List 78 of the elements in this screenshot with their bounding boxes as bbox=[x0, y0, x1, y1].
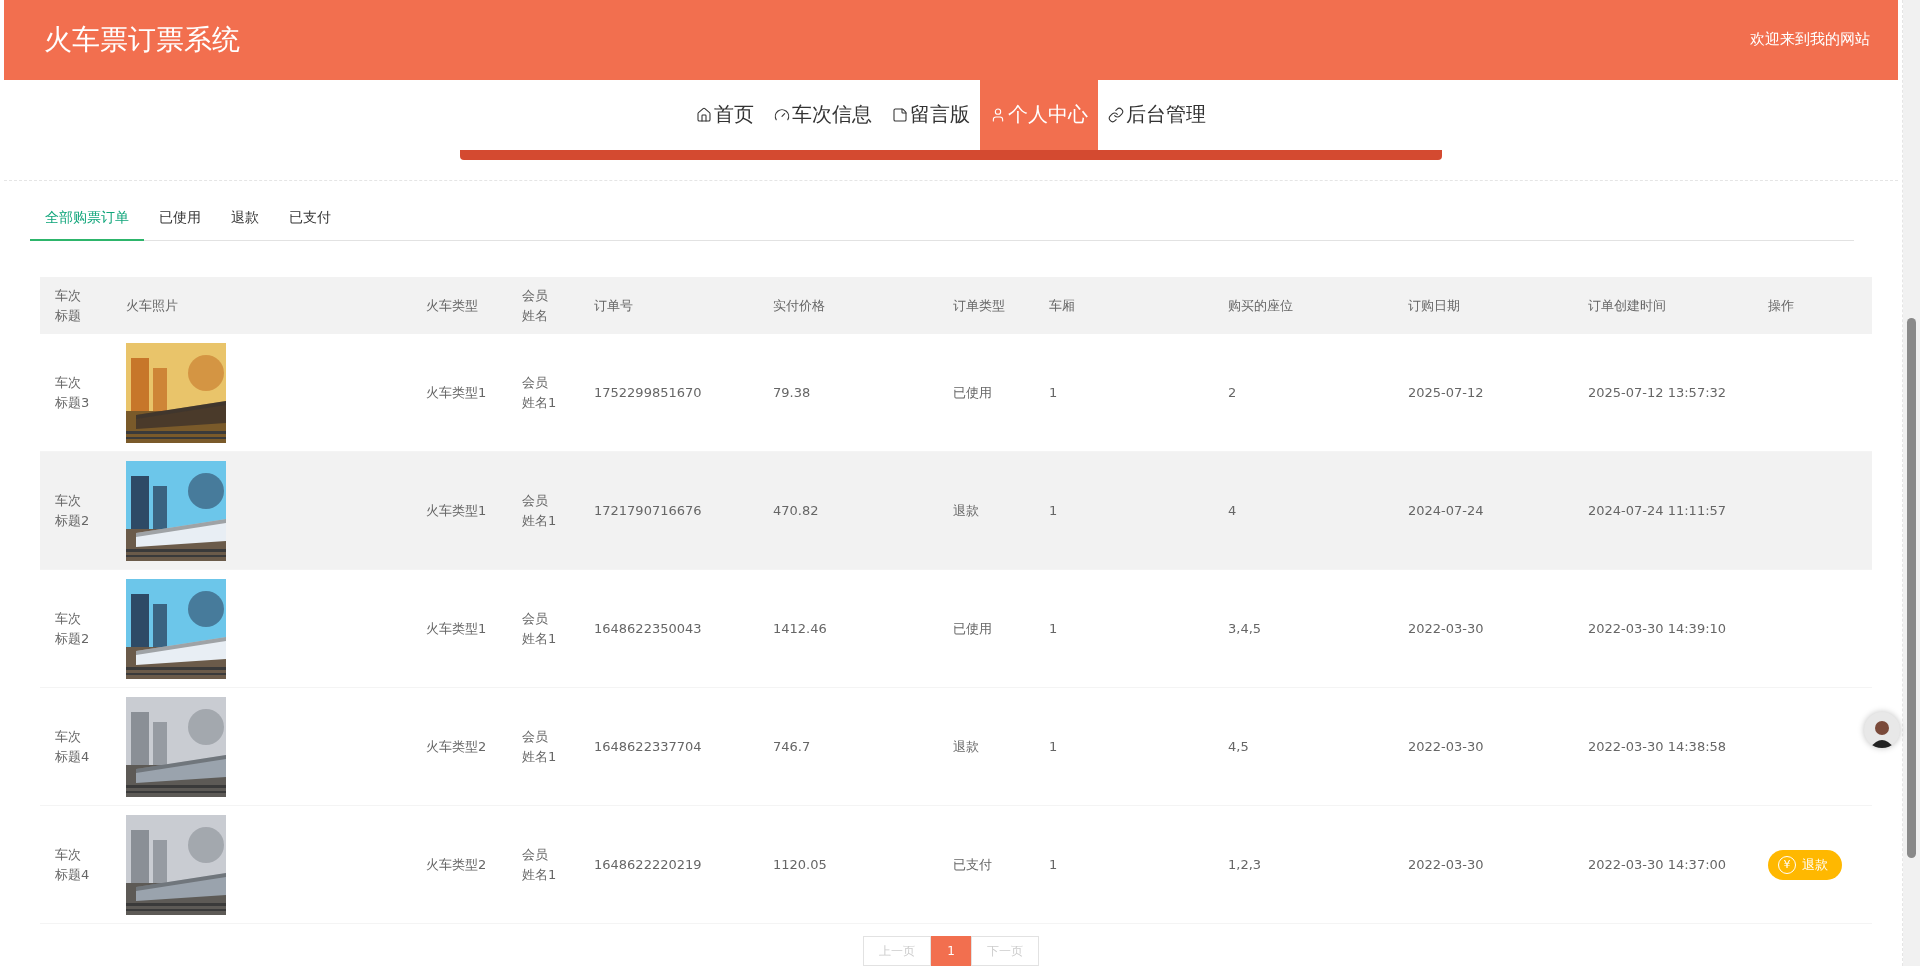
table-cell-text: 车次标题2 bbox=[55, 491, 91, 530]
table-cell-text: 2024-07-24 11:11:57 bbox=[1587, 501, 1728, 520]
column-header: 订购日期 bbox=[1407, 296, 1461, 315]
table-cell-text: 2022-03-30 bbox=[1407, 855, 1485, 874]
table-cell-text: 会员姓名1 bbox=[522, 373, 558, 412]
table-cell-text: 2022-03-30 14:39:10 bbox=[1587, 619, 1728, 638]
table-cell-text: 车次标题2 bbox=[55, 609, 91, 648]
table-cell-text: 会员姓名1 bbox=[522, 609, 558, 648]
table-cell-text: 会员姓名1 bbox=[522, 845, 558, 884]
note-icon bbox=[892, 106, 908, 123]
gauge-icon bbox=[774, 106, 790, 123]
table-cell-text: 退款 bbox=[952, 737, 980, 756]
table-cell-text: 1 bbox=[1048, 501, 1059, 520]
tab[interactable]: 退款 bbox=[216, 197, 274, 241]
scrollbar[interactable] bbox=[1903, 0, 1920, 966]
table-cell-text: 470.82 bbox=[772, 501, 820, 520]
table-cell-text: 2024-07-24 bbox=[1407, 501, 1485, 520]
table-cell-text: 2022-03-30 bbox=[1407, 619, 1485, 638]
tab[interactable]: 已使用 bbox=[144, 197, 216, 241]
table-cell-text: 2022-03-30 bbox=[1407, 737, 1485, 756]
table-cell-text: 已使用 bbox=[952, 619, 993, 638]
table-cell-text: 1 bbox=[1048, 737, 1059, 756]
table-cell-text: 1120.05 bbox=[772, 855, 828, 874]
table-cell-text: 2022-03-30 14:37:00 bbox=[1587, 855, 1728, 874]
table-cell-text: 1721790716676 bbox=[593, 501, 703, 520]
nav-link[interactable]: 首页 bbox=[686, 79, 764, 150]
home-icon bbox=[696, 106, 712, 123]
table-cell-text: 1412.46 bbox=[772, 619, 828, 638]
table-cell-text: 2 bbox=[1227, 383, 1238, 402]
table-cell-text: 退款 bbox=[952, 501, 980, 520]
table-cell-text: 1752299851670 bbox=[593, 383, 703, 402]
column-header: 火车类型 bbox=[425, 296, 479, 315]
table-cell-text: 2025-07-12 bbox=[1407, 383, 1485, 402]
table-cell-text: 1648622350043 bbox=[593, 619, 703, 638]
welcome-text: 欢迎来到我的网站 bbox=[1750, 30, 1870, 50]
column-header: 车次标题 bbox=[55, 286, 82, 325]
table-cell-text: 4,5 bbox=[1227, 737, 1250, 756]
table-cell-text: 3,4,5 bbox=[1227, 619, 1263, 638]
link-icon bbox=[1108, 106, 1124, 123]
table-cell-text: 2022-03-30 14:38:58 bbox=[1587, 737, 1728, 756]
column-header: 操作 bbox=[1767, 296, 1795, 315]
column-header: 车厢 bbox=[1048, 296, 1076, 315]
table-cell-text: 79.38 bbox=[772, 383, 812, 402]
table-cell-text: 火车类型2 bbox=[425, 737, 488, 756]
table-cell-text: 1648622337704 bbox=[593, 737, 703, 756]
table-cell-text: 1 bbox=[1048, 383, 1059, 402]
table-cell-text: 4 bbox=[1227, 501, 1238, 520]
table-cell-text: 2025-07-12 13:57:32 bbox=[1587, 383, 1728, 402]
tab[interactable]: 已支付 bbox=[274, 197, 346, 241]
column-header: 火车照片 bbox=[125, 296, 179, 315]
table-cell-text: 746.7 bbox=[772, 737, 812, 756]
avatar-icon[interactable] bbox=[1864, 712, 1900, 748]
user-icon bbox=[990, 106, 1006, 123]
table-cell-text: 火车类型1 bbox=[425, 619, 488, 638]
table-cell-text: 已支付 bbox=[952, 855, 993, 874]
table-cell-text: 1 bbox=[1048, 619, 1059, 638]
column-header: 订单类型 bbox=[952, 296, 1006, 315]
table-cell-text: 1 bbox=[1048, 855, 1059, 874]
nav-link[interactable]: 后台管理 bbox=[1098, 79, 1216, 150]
table-cell-text: 车次标题4 bbox=[55, 845, 91, 884]
table-cell-text: 火车类型1 bbox=[425, 501, 488, 520]
column-header: 会员姓名 bbox=[522, 286, 549, 325]
table-cell-text: 会员姓名1 bbox=[522, 491, 558, 530]
nav-link[interactable]: 车次信息 bbox=[764, 79, 882, 150]
column-header: 实付价格 bbox=[772, 296, 826, 315]
table-cell-text: 火车类型2 bbox=[425, 855, 488, 874]
table-cell-text: 火车类型1 bbox=[425, 383, 488, 402]
site-title: 火车票订票系统 bbox=[44, 21, 240, 58]
column-header: 订单创建时间 bbox=[1587, 296, 1667, 315]
column-header: 购买的座位 bbox=[1227, 296, 1294, 315]
table-cell-text: 1,2,3 bbox=[1227, 855, 1263, 874]
nav-link[interactable]: 留言版 bbox=[882, 79, 980, 150]
table-cell-text: 已使用 bbox=[952, 383, 993, 402]
table-cell-text: 车次标题3 bbox=[55, 373, 91, 412]
column-header: 订单号 bbox=[593, 296, 634, 315]
table-cell-text: 1648622220219 bbox=[593, 855, 703, 874]
table-cell-text: 会员姓名1 bbox=[522, 727, 558, 766]
table-cell-text: 车次标题4 bbox=[55, 727, 91, 766]
